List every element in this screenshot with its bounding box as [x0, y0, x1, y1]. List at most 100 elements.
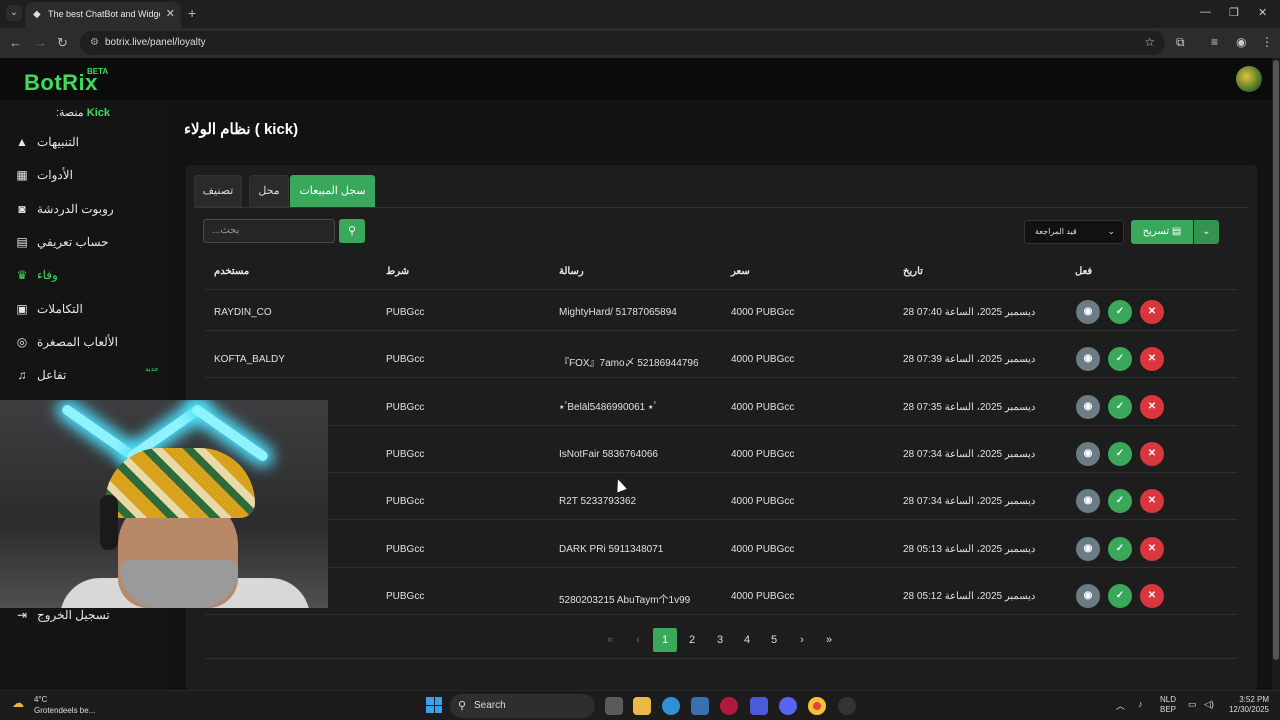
reject-button[interactable]: ✕: [1140, 394, 1164, 419]
tray-chevron-icon[interactable]: ︿: [1116, 699, 1125, 712]
close-icon: ✕: [1147, 542, 1157, 554]
weather-desc[interactable]: Grotendeels be...: [34, 706, 95, 715]
view-button[interactable]: ◉: [1076, 536, 1100, 561]
cloud-icon[interactable]: ☁: [12, 696, 24, 710]
back-icon[interactable]: ←: [9, 35, 22, 50]
sidebar-item-alerts[interactable]: ▲ التنبيهات: [0, 130, 168, 156]
store-icon[interactable]: [691, 697, 709, 715]
page-2-button[interactable]: 2: [680, 628, 704, 652]
approve-button[interactable]: ✓: [1108, 347, 1132, 372]
header-user[interactable]: مستخدم: [214, 266, 249, 277]
view-button[interactable]: ◉: [1076, 489, 1100, 514]
scrollbar-thumb[interactable]: [1273, 60, 1279, 660]
window-close-icon[interactable]: ✕: [1258, 6, 1267, 19]
reload-icon[interactable]: ↻: [57, 35, 68, 51]
mic-icon[interactable]: ♪: [1138, 699, 1143, 709]
forward-icon[interactable]: →: [34, 35, 47, 50]
browser-tab[interactable]: ◆ The best ChatBot and Widgets ✕: [25, 2, 181, 28]
next-page-button[interactable]: ›: [790, 628, 814, 652]
site-favicon-icon: ◆: [33, 9, 41, 20]
bookmark-star-icon[interactable]: ☆: [1144, 35, 1155, 49]
page-1-button[interactable]: 1: [653, 628, 677, 652]
search-button[interactable]: ⚲: [339, 219, 365, 243]
tab-close-icon[interactable]: ✕: [166, 7, 175, 20]
header-condition[interactable]: شرط: [386, 266, 409, 277]
media-icon[interactable]: ≡: [1211, 35, 1218, 49]
approve-button[interactable]: ✓: [1108, 489, 1132, 514]
app-icon[interactable]: [750, 697, 768, 715]
prev-page-button[interactable]: ‹: [626, 628, 650, 652]
taskbar-search[interactable]: ⚲ Search: [450, 694, 595, 718]
sidebar-item-integrations[interactable]: ▣ التكاملات: [0, 297, 168, 323]
page-scrollbar[interactable]: [1272, 58, 1280, 690]
approve-button[interactable]: ✓: [1108, 394, 1132, 419]
search-input[interactable]: ...بحث: [203, 219, 335, 243]
view-button[interactable]: ◉: [1076, 347, 1100, 372]
file-explorer-icon[interactable]: [633, 697, 651, 715]
header-message[interactable]: رسالة: [559, 266, 584, 277]
sidebar-item-interaction[interactable]: ♫ تفاعل جديد: [0, 363, 168, 389]
menu-icon[interactable]: ⋮: [1261, 35, 1273, 49]
export-button[interactable]: تسريح ▤: [1131, 220, 1193, 244]
start-icon[interactable]: [426, 697, 442, 713]
tab-sales-log[interactable]: سجل المبيعات: [290, 175, 375, 207]
approve-button[interactable]: ✓: [1108, 300, 1132, 324]
view-button[interactable]: ◉: [1076, 394, 1100, 419]
opera-icon[interactable]: [720, 697, 738, 715]
view-button[interactable]: ◉: [1076, 441, 1100, 466]
sidebar-item-widgets[interactable]: ▦ الأدوات: [0, 163, 168, 189]
approve-button[interactable]: ✓: [1108, 583, 1132, 608]
cell-message: DARK PRi 5911348071: [559, 543, 664, 555]
edge-icon[interactable]: [662, 697, 680, 715]
page-3-button[interactable]: 3: [708, 628, 732, 652]
header-date[interactable]: تاريخ: [903, 266, 923, 277]
task-view-icon[interactable]: [605, 697, 623, 715]
last-page-button[interactable]: »: [817, 628, 841, 652]
view-button[interactable]: ◉: [1076, 300, 1100, 324]
tab-search-icon[interactable]: ⌄: [6, 5, 22, 21]
sidebar-item-minigames[interactable]: ◎ الألعاب المصغرة: [0, 330, 168, 356]
extensions-icon[interactable]: ⧉: [1176, 35, 1185, 50]
reject-button[interactable]: ✕: [1140, 441, 1164, 466]
approve-button[interactable]: ✓: [1108, 441, 1132, 466]
close-icon: ✕: [1147, 306, 1157, 317]
reject-button[interactable]: ✕: [1140, 536, 1164, 561]
sidebar-item-label: تفاعل: [37, 368, 67, 382]
restore-icon[interactable]: ❐: [1229, 6, 1239, 19]
language-indicator[interactable]: NLD BEP: [1160, 695, 1176, 715]
check-icon: ✓: [1115, 353, 1125, 365]
minimize-icon[interactable]: —: [1200, 6, 1211, 18]
eye-icon: ◉: [1083, 447, 1093, 459]
export-dropdown-button[interactable]: ⌄: [1194, 220, 1219, 244]
volume-icon[interactable]: ◁): [1204, 699, 1214, 710]
weather-temp[interactable]: 4°C: [34, 695, 47, 704]
new-tab-button[interactable]: +: [188, 5, 196, 21]
first-page-button[interactable]: «: [598, 628, 622, 652]
site-info-icon[interactable]: ⚙: [90, 37, 99, 48]
user-avatar[interactable]: [1236, 66, 1262, 92]
page-5-button[interactable]: 5: [762, 628, 786, 652]
reject-button[interactable]: ✕: [1140, 300, 1164, 324]
header-action[interactable]: فعل: [1075, 266, 1092, 277]
clock[interactable]: 3:52 PM 12/30/2025: [1227, 695, 1269, 715]
page-4-button[interactable]: 4: [735, 628, 759, 652]
network-icon[interactable]: ▭: [1188, 699, 1197, 710]
reject-button[interactable]: ✕: [1140, 347, 1164, 372]
approve-button[interactable]: ✓: [1108, 536, 1132, 561]
address-bar[interactable]: ⚙ botrix.live/panel/loyalty ☆: [80, 31, 1165, 55]
chrome-icon[interactable]: [808, 697, 826, 715]
discord-icon[interactable]: [779, 697, 797, 715]
reject-button[interactable]: ✕: [1140, 489, 1164, 514]
sidebar-item-chatbot[interactable]: ◙ روبوت الدردشة: [0, 197, 168, 223]
tab-ranking[interactable]: تصنيف: [194, 175, 242, 207]
status-filter-select[interactable]: قيد المراجعة ⌄: [1024, 220, 1124, 244]
file-icon: ▤: [1171, 226, 1182, 237]
settings-icon[interactable]: [838, 697, 856, 715]
sidebar-item-profile[interactable]: ▤ حساب تعريفي: [0, 230, 168, 256]
view-button[interactable]: ◉: [1076, 583, 1100, 608]
sidebar-item-loyalty[interactable]: ♛ وفاء: [0, 263, 168, 289]
header-price[interactable]: سعر: [731, 266, 750, 277]
reject-button[interactable]: ✕: [1140, 583, 1164, 608]
tab-shop[interactable]: محل: [249, 175, 289, 207]
profile-icon[interactable]: ◉: [1236, 35, 1246, 49]
